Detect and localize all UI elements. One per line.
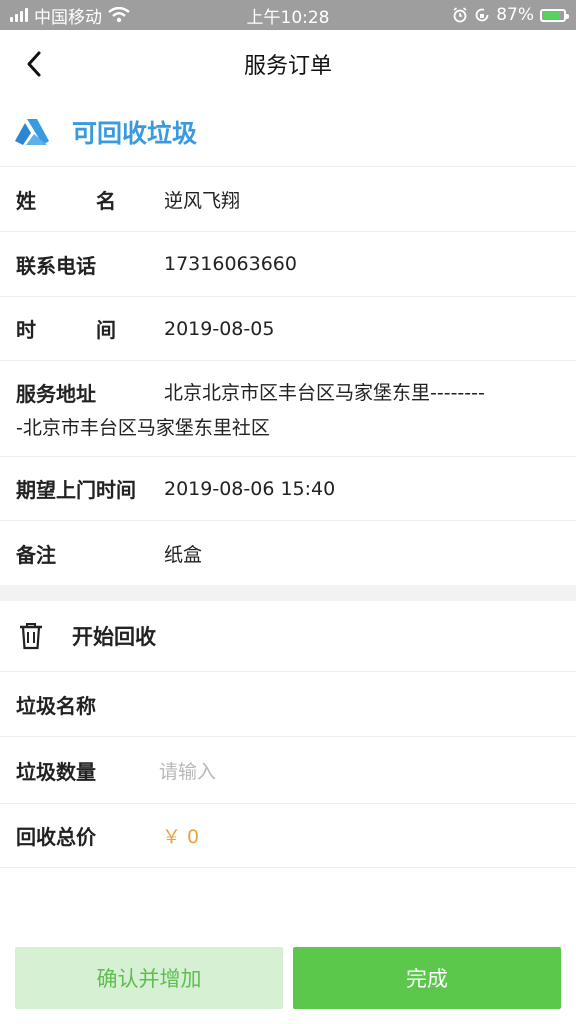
status-left: 中国移动	[10, 3, 210, 28]
status-bar: 中国移动 上午10:28 87%	[0, 0, 576, 30]
address-value-line1: 北京北京市区丰台区马家堡东里--------	[164, 382, 485, 404]
alarm-icon	[453, 7, 467, 23]
phone-row: 联系电话 17316063660	[0, 231, 576, 296]
confirm-add-button[interactable]: 确认并增加	[15, 947, 283, 1009]
address-label: 服务地址	[16, 382, 96, 406]
phone-value: 17316063660	[164, 253, 297, 275]
total-price-label: 回收总价	[16, 825, 96, 849]
status-time: 上午10:28	[246, 7, 330, 28]
carrier-name: 中国移动	[34, 7, 102, 28]
garbage-quantity-input[interactable]: 请输入	[159, 757, 216, 784]
note-row: 备注 纸盒	[0, 520, 576, 585]
garbage-quantity-label: 垃圾数量	[16, 759, 96, 784]
address-row: 服务地址 北京北京市区丰台区马家堡东里-------- -北京市丰台区马家堡东里…	[0, 360, 576, 456]
expected-time-label: 期望上门时间	[16, 478, 136, 502]
category-title: 可回收垃圾	[72, 119, 198, 148]
note-value: 纸盒	[164, 543, 203, 566]
recycle-header: 开始回收	[0, 601, 576, 671]
signal-icon	[10, 8, 28, 22]
chevron-left-icon	[27, 51, 41, 77]
section-divider	[0, 585, 576, 601]
status-right: 87%	[366, 5, 569, 25]
finish-button[interactable]: 完成	[293, 947, 561, 1009]
garbage-name-row[interactable]: 垃圾名称	[0, 671, 576, 736]
address-value-line2: -北京市丰台区马家堡东里社区	[16, 417, 270, 439]
total-price-value: ￥ 0	[162, 826, 200, 848]
name-row: 姓 名 逆风飞翔	[0, 166, 576, 231]
garbage-name-label: 垃圾名称	[16, 693, 96, 718]
recycle-title: 开始回收	[72, 625, 156, 649]
battery-icon	[540, 8, 569, 22]
time-row: 时 间 2019-08-05	[0, 296, 576, 360]
name-label: 姓 名	[16, 188, 116, 213]
battery-percent: 87%	[496, 5, 534, 25]
back-button[interactable]	[18, 48, 50, 80]
expected-time-row: 期望上门时间 2019-08-06 15:40	[0, 456, 576, 520]
note-label: 备注	[16, 542, 56, 567]
name-value: 逆风飞翔	[164, 189, 241, 212]
trash-icon	[20, 623, 42, 650]
orientation-lock-icon	[475, 8, 489, 22]
category-header: 可回收垃圾	[0, 100, 576, 164]
nav-bar: 服务订单	[0, 30, 576, 98]
recycle-triangle-icon	[15, 119, 49, 145]
phone-label: 联系电话	[16, 253, 96, 278]
expected-time-value: 2019-08-06 15:40	[164, 477, 336, 500]
time-value: 2019-08-05	[164, 317, 275, 340]
total-price-row: 回收总价 ￥ 0	[0, 803, 576, 868]
wifi-icon	[108, 7, 130, 23]
garbage-quantity-row: 垃圾数量 请输入	[0, 736, 576, 803]
page-title: 服务订单	[243, 54, 332, 79]
time-label: 时 间	[16, 318, 116, 342]
